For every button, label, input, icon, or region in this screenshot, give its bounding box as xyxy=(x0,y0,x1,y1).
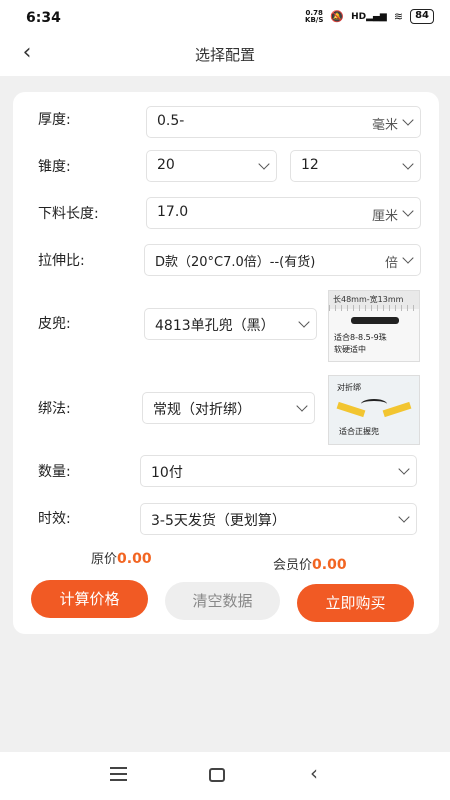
cut-length-value: 17.0 xyxy=(157,204,189,220)
taper-value-1: 20 xyxy=(157,157,175,173)
taper-select-2[interactable]: 12 xyxy=(290,150,421,182)
original-price-value: 0.00 xyxy=(117,551,152,567)
battery-icon: 84 xyxy=(410,9,434,24)
config-card: 厚度: 0.5- 毫米 锥度: 20 12 下料长度: 17.0 厘米 拉伸比:… xyxy=(13,92,439,634)
page-title: 选择配置 xyxy=(194,46,255,64)
quantity-select[interactable]: 10付 xyxy=(140,455,417,487)
buy-now-button[interactable]: 立即购买 xyxy=(297,584,414,622)
menu-icon[interactable] xyxy=(110,767,127,781)
member-price-value: 0.00 xyxy=(312,557,347,573)
quantity-label: 数量: xyxy=(38,464,71,480)
header: ‹ 选择配置 xyxy=(0,34,450,76)
pouch-select[interactable]: 4813单孔兜（黑） xyxy=(144,308,317,340)
chevron-down-icon xyxy=(402,158,414,170)
timing-label: 时效: xyxy=(38,511,71,527)
calculate-price-button[interactable]: 计算价格 xyxy=(31,580,148,618)
system-nav-bar: ‹ xyxy=(0,752,450,800)
binding-label: 绑法: xyxy=(38,401,71,417)
binding-image-caption-top: 对折绑 xyxy=(337,383,361,392)
chevron-down-icon xyxy=(398,511,410,523)
binding-image[interactable]: 对折绑 适合正握兜 xyxy=(328,375,420,445)
member-price-label: 会员价 xyxy=(273,558,313,573)
timing-select[interactable]: 3-5天发货（更划算） xyxy=(140,503,417,535)
thickness-value: 0.5- xyxy=(157,113,185,129)
member-price: 会员价0.00 xyxy=(273,554,347,573)
back-icon[interactable]: ‹ xyxy=(310,761,318,785)
status-bar: 6:34 0.78 KB/S 🔕 HD▂▄▆ ≋ 84 xyxy=(0,0,450,34)
stretch-ratio-label: 拉伸比: xyxy=(38,253,85,269)
timing-value: 3-5天发货（更划算） xyxy=(151,513,286,529)
pouch-label: 皮兜: xyxy=(38,316,71,332)
chevron-down-icon xyxy=(402,205,414,217)
stretch-ratio-select[interactable]: D款（20°C7.0倍）--(有货) 倍 xyxy=(144,244,421,276)
stretch-ratio-unit: 倍 xyxy=(384,256,398,271)
wifi-icon: ≋ xyxy=(393,10,404,23)
cut-length-unit: 厘米 xyxy=(371,209,398,224)
thickness-unit: 毫米 xyxy=(371,118,398,133)
cut-length-select[interactable]: 17.0 厘米 xyxy=(146,197,421,229)
mute-icon: 🔕 xyxy=(330,10,345,23)
pouch-image-caption-2: 软硬适中 xyxy=(334,345,366,354)
chevron-down-icon xyxy=(296,400,308,412)
stretch-ratio-value: D款（20°C7.0倍）--(有货) xyxy=(155,255,316,270)
pouch-image-caption-1: 适合8-8.5-9珠 xyxy=(334,333,387,342)
ruler-graphic xyxy=(329,305,419,311)
chevron-down-icon xyxy=(258,158,270,170)
pouch-graphic xyxy=(351,317,399,324)
taper-select-1[interactable]: 20 xyxy=(146,150,277,182)
status-icons: 0.78 KB/S 🔕 HD▂▄▆ ≋ 84 xyxy=(305,9,434,24)
binding-image-caption-bottom: 适合正握兜 xyxy=(339,427,379,436)
strap-fold-graphic xyxy=(361,399,387,409)
taper-label: 锥度: xyxy=(38,159,71,175)
original-price: 原价0.00 xyxy=(91,548,152,567)
binding-value: 常规（对折绑） xyxy=(153,402,251,418)
chevron-down-icon xyxy=(402,114,414,126)
original-price-label: 原价 xyxy=(91,552,118,567)
chevron-down-icon xyxy=(402,252,414,264)
home-icon[interactable] xyxy=(209,768,225,782)
clear-data-button[interactable]: 清空数据 xyxy=(165,582,280,620)
binding-select[interactable]: 常规（对折绑） xyxy=(142,392,315,424)
pouch-value: 4813单孔兜（黑） xyxy=(155,318,275,334)
signal-icon: HD▂▄▆ xyxy=(351,11,387,22)
thickness-label: 厚度: xyxy=(38,112,71,128)
status-time: 6:34 xyxy=(26,10,61,26)
pouch-image[interactable]: 长48mm-宽13mm 适合8-8.5-9珠 软硬适中 xyxy=(328,290,420,362)
taper-value-2: 12 xyxy=(301,157,319,173)
chevron-down-icon xyxy=(398,463,410,475)
network-speed: 0.78 KB/S xyxy=(305,8,324,24)
quantity-value: 10付 xyxy=(151,465,183,481)
thickness-select[interactable]: 0.5- 毫米 xyxy=(146,106,421,138)
chevron-down-icon xyxy=(298,316,310,328)
cut-length-label: 下料长度: xyxy=(38,206,99,222)
